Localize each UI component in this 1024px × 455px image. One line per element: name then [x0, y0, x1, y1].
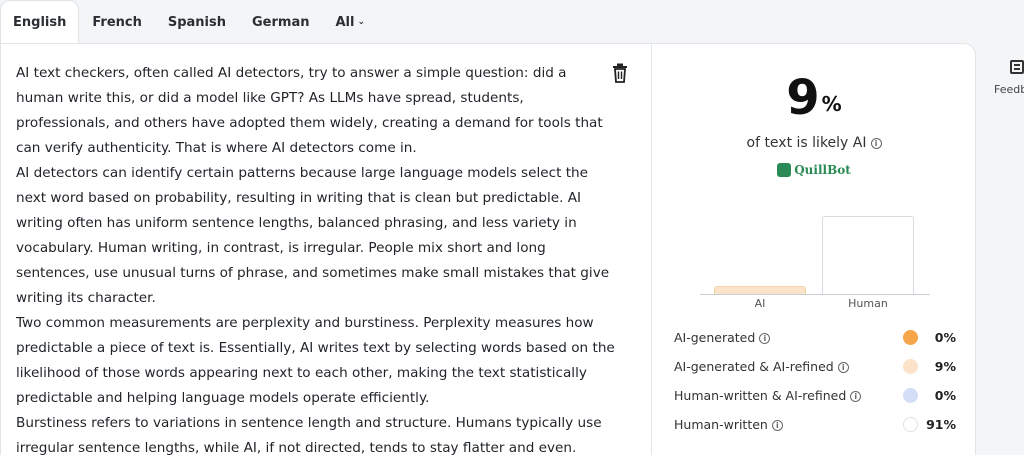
- legend-row: AI-generated i 0%: [674, 323, 956, 352]
- brand-name: QuillBot: [794, 163, 851, 177]
- x-label-human: Human: [848, 297, 888, 310]
- tab-all-label: All: [335, 14, 355, 30]
- tab-french[interactable]: French: [79, 0, 155, 44]
- info-icon[interactable]: i: [759, 333, 771, 344]
- breakdown-legend: AI-generated i 0% AI-generated & AI-refin…: [674, 323, 956, 439]
- info-icon[interactable]: i: [837, 362, 849, 373]
- x-label-ai: AI: [754, 297, 766, 310]
- chart-baseline: [700, 294, 930, 295]
- legend-row: AI-generated & AI-refined i 9%: [674, 352, 956, 381]
- ai-score-label: of text is likely AI i: [652, 135, 976, 151]
- legend-dot: [903, 417, 918, 432]
- feedback-icon: [1010, 60, 1024, 74]
- paragraph-1: AI text checkers, often called AI detect…: [16, 65, 603, 156]
- legend-value: 0%: [934, 330, 956, 345]
- tab-all[interactable]: All ⌄: [323, 0, 379, 44]
- paragraph-4: Burstiness refers to variations in sente…: [16, 415, 602, 455]
- legend-value: 0%: [934, 388, 956, 403]
- quillbot-logo-icon: [777, 162, 792, 177]
- paragraph-2: AI detectors can identify certain patter…: [16, 165, 610, 306]
- feedback-label: Feedb: [994, 83, 1024, 96]
- bar-ai: [714, 286, 806, 294]
- legend-dot: [903, 359, 918, 374]
- tab-english[interactable]: English: [0, 0, 80, 44]
- chevron-down-icon: ⌄: [357, 17, 366, 27]
- ai-score-label-text: of text is likely AI: [746, 135, 867, 151]
- tab-spanish[interactable]: Spanish: [155, 0, 239, 44]
- language-tabs: English French Spanish German All ⌄: [0, 0, 378, 44]
- legend-value: 9%: [934, 359, 956, 374]
- ai-human-chart: AI Human: [700, 205, 930, 315]
- info-icon[interactable]: i: [850, 391, 862, 402]
- ai-score-value: 9: [786, 70, 820, 126]
- legend-row: Human-written i 91%: [674, 410, 956, 439]
- ai-score-unit: %: [821, 92, 842, 116]
- legend-dot: [903, 388, 918, 403]
- brand: QuillBot: [652, 162, 976, 178]
- text-editor[interactable]: AI text checkers, often called AI detect…: [16, 61, 616, 455]
- bar-human: [822, 215, 914, 294]
- trash-icon[interactable]: [611, 63, 629, 83]
- info-icon[interactable]: i: [771, 420, 783, 431]
- ai-score: 9%: [652, 70, 976, 126]
- legend-row: Human-written & AI-refined i 0%: [674, 381, 956, 410]
- tab-german[interactable]: German: [239, 0, 322, 44]
- legend-value: 91%: [926, 417, 956, 432]
- paragraph-3: Two common measurements are perplexity a…: [16, 315, 615, 406]
- info-icon[interactable]: i: [870, 137, 882, 149]
- legend-dot: [903, 330, 918, 345]
